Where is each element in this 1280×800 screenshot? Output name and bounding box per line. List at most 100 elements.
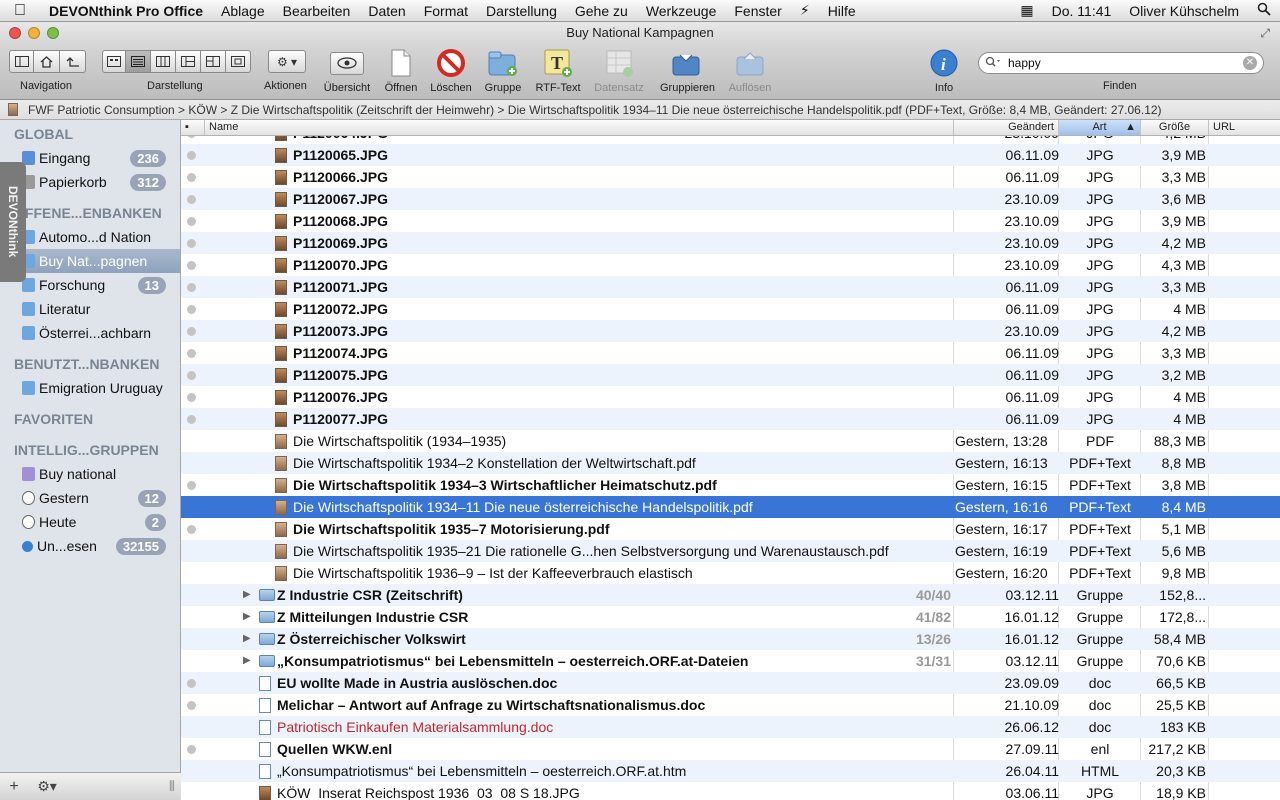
menu-bearbeiten[interactable]: Bearbeiten [274, 3, 360, 19]
file-row[interactable]: ▶ Z Industrie CSR (Zeitschrift) 40/40 03.12… [181, 584, 1280, 606]
file-row[interactable]: Die Wirtschaftspolitik 1935–21 Die ratio… [181, 540, 1280, 562]
file-row[interactable]: Melichar – Antwort auf Anfrage zu Wirtsc… [181, 694, 1280, 716]
view-columns-icon[interactable] [151, 50, 176, 73]
resize-handle-icon[interactable]: ⦀ [169, 778, 175, 795]
file-row[interactable]: P1120064.JPG 23.10.09JPG4,2 MB [181, 136, 1280, 144]
file-row[interactable]: P1120073.JPG 23.10.09 JPG 4,2 MB [181, 320, 1280, 342]
calendar-icon[interactable]: ▦ [1011, 2, 1042, 19]
sidebar-item-buy-national[interactable]: Buy Nat...pagnen [0, 249, 180, 273]
sidebar-item-ungelesen[interactable]: Un...esen 32155 [0, 534, 180, 558]
delete-button[interactable]: Löschen [425, 48, 477, 94]
view-split-icon[interactable] [176, 50, 201, 73]
file-row[interactable]: P1120070.JPG 23.10.09 JPG 4,3 MB [181, 254, 1280, 276]
sidebar-item-oesterreich-nachbarn[interactable]: Österrei...achbarn [0, 321, 180, 345]
file-row[interactable]: EU wollte Made in Austria auslöschen.doc… [181, 672, 1280, 694]
file-row[interactable]: ▶ „Konsumpatriotismus“ bei Lebensmitteln … [181, 650, 1280, 672]
file-row[interactable]: ▶ Z Österreichischer Volkswirt 13/26 16.01.… [181, 628, 1280, 650]
file-row[interactable]: P1120068.JPG 23.10.09 JPG 3,9 MB [181, 210, 1280, 232]
file-row[interactable]: P1120077.JPG 06.11.09 JPG 4 MB [181, 408, 1280, 430]
disclosure-triangle-icon[interactable]: ▶ [243, 606, 251, 628]
menu-werkzeuge[interactable]: Werkzeuge [637, 3, 726, 19]
clear-search-icon[interactable]: ✕ [1243, 56, 1257, 70]
overview-button[interactable]: Übersicht [321, 48, 373, 94]
gear-icon[interactable]: ⚙ ▾ [268, 50, 306, 73]
view-icons-icon[interactable] [102, 50, 126, 73]
file-row[interactable]: P1120076.JPG 06.11.09 JPG 4 MB [181, 386, 1280, 408]
menubar-user[interactable]: Oliver Kühschelm [1120, 3, 1248, 19]
changed-column-header[interactable]: Geändert [954, 120, 1059, 135]
home-icon[interactable] [34, 50, 60, 73]
flag-column-header[interactable]: ▪ [181, 120, 205, 135]
open-button[interactable]: Öffnen [375, 48, 427, 94]
file-row[interactable]: P1120065.JPG 06.11.09 JPG 3,9 MB [181, 144, 1280, 166]
disclosure-triangle-icon[interactable]: ▶ [243, 650, 251, 672]
group-items-button[interactable]: Gruppieren [660, 48, 715, 94]
menu-darstellung[interactable]: Darstellung [477, 3, 566, 19]
minimize-window-button[interactable] [28, 27, 40, 39]
file-row[interactable]: Patriotisch Einkaufen Materialsammlung.d… [181, 716, 1280, 738]
sidebar-toggle-icon[interactable] [9, 50, 34, 73]
menubar-clock[interactable]: Do. 11:41 [1043, 3, 1121, 19]
file-row[interactable]: KÖW_Inserat Reichspost 1936_03_08 S 18.J… [181, 782, 1280, 800]
menu-daten[interactable]: Daten [359, 3, 414, 19]
size-column-header[interactable]: Größe [1141, 120, 1209, 135]
file-row[interactable]: P1120075.JPG 06.11.09 JPG 3,2 MB [181, 364, 1280, 386]
sidebar-gear-icon[interactable]: ⚙▾ [28, 778, 66, 795]
file-row[interactable]: Quellen WKW.enl 27.09.11 enl 217,2 KB [181, 738, 1280, 760]
devonthink-tab[interactable]: DEVONthink [0, 162, 26, 282]
sidebar-item-gestern[interactable]: Gestern 12 [0, 486, 180, 510]
sidebar-item-literatur[interactable]: Literatur [0, 297, 180, 321]
name-column-header[interactable]: Name [205, 120, 954, 135]
file-row[interactable]: P1120066.JPG 06.11.09 JPG 3,3 MB [181, 166, 1280, 188]
ungroup-button[interactable]: Auflösen [724, 48, 776, 94]
menu-hilfe[interactable]: Hilfe [819, 3, 865, 19]
apple-menu-icon[interactable]:  [0, 2, 40, 20]
disclosure-triangle-icon[interactable]: ▶ [243, 584, 251, 606]
sidebar-item-buy-national-smart[interactable]: Buy national [0, 462, 180, 486]
fullscreen-icon[interactable]: ⤢ [1260, 22, 1270, 44]
search-field[interactable]: happy ✕ [978, 52, 1264, 74]
menu-ablage[interactable]: Ablage [212, 3, 274, 19]
sidebar-item-emigration-uruguay[interactable]: Emigration Uruguay [0, 376, 180, 400]
file-row[interactable]: P1120071.JPG 06.11.09 JPG 3,3 MB [181, 276, 1280, 298]
sidebar-item-papierkorb[interactable]: Papierkorb 312 [0, 170, 180, 194]
file-row[interactable]: Die Wirtschaftspolitik 1936–9 – Ist der … [181, 562, 1280, 584]
menu-gehe-zu[interactable]: Gehe zu [566, 3, 637, 19]
url-column-header[interactable]: URL [1209, 120, 1280, 135]
path-breadcrumb[interactable]: FWF Patriotic Consumption > KÖW > Z Die … [28, 103, 1162, 117]
view-list-icon[interactable] [126, 50, 151, 73]
kind-column-header[interactable]: Art ▲ [1059, 120, 1141, 135]
file-row[interactable]: P1120069.JPG 23.10.09 JPG 4,2 MB [181, 232, 1280, 254]
view-widescreen-icon[interactable] [201, 50, 226, 73]
sidebar-item-forschung[interactable]: Forschung 13 [0, 273, 180, 297]
file-row[interactable]: Die Wirtschaftspolitik 1934–2 Konstellat… [181, 452, 1280, 474]
record-button[interactable]: Datensatz [593, 48, 645, 94]
file-row[interactable]: P1120074.JPG 06.11.09 JPG 3,3 MB [181, 342, 1280, 364]
menu-fenster[interactable]: Fenster [725, 3, 790, 19]
close-window-button[interactable] [9, 27, 21, 39]
rtf-text-button[interactable]: T RTF-Text [532, 48, 584, 94]
file-row[interactable]: Die Wirtschaftspolitik 1934–11 Die neue … [181, 496, 1280, 518]
search-input[interactable]: happy [1008, 56, 1243, 70]
file-row[interactable]: P1120067.JPG 23.10.09 JPG 3,6 MB [181, 188, 1280, 210]
menu-format[interactable]: Format [415, 3, 477, 19]
file-row[interactable]: Die Wirtschaftspolitik (1934–1935) Gester… [181, 430, 1280, 452]
sidebar-item-automobil-nation[interactable]: Automo...d Nation [0, 225, 180, 249]
sidebar-item-heute[interactable]: Heute 2 [0, 510, 180, 534]
spotlight-icon[interactable] [1248, 2, 1280, 19]
go-up-icon[interactable] [60, 50, 86, 73]
file-row[interactable]: Die Wirtschaftspolitik 1935–7 Motorisier… [181, 518, 1280, 540]
sidebar-item-eingang[interactable]: Eingang 236 [0, 146, 180, 170]
new-group-button[interactable]: Gruppe [477, 48, 529, 94]
file-row[interactable]: ▶ Z Mitteilungen Industrie CSR 41/82 16.01.… [181, 606, 1280, 628]
script-menu-icon[interactable]: ⚡ [791, 2, 819, 19]
file-row[interactable]: „Konsumpatriotismus“ bei Lebensmitteln –… [181, 760, 1280, 782]
info-button[interactable]: i Info [918, 48, 970, 94]
view-coverflow-icon[interactable] [226, 50, 251, 73]
file-row[interactable]: Die Wirtschaftspolitik 1934–3 Wirtschaft… [181, 474, 1280, 496]
search-icon[interactable] [985, 56, 1003, 71]
zoom-window-button[interactable] [47, 27, 59, 39]
add-icon[interactable]: + [0, 778, 28, 796]
disclosure-triangle-icon[interactable]: ▶ [243, 628, 251, 650]
file-row[interactable]: P1120072.JPG 06.11.09 JPG 4 MB [181, 298, 1280, 320]
